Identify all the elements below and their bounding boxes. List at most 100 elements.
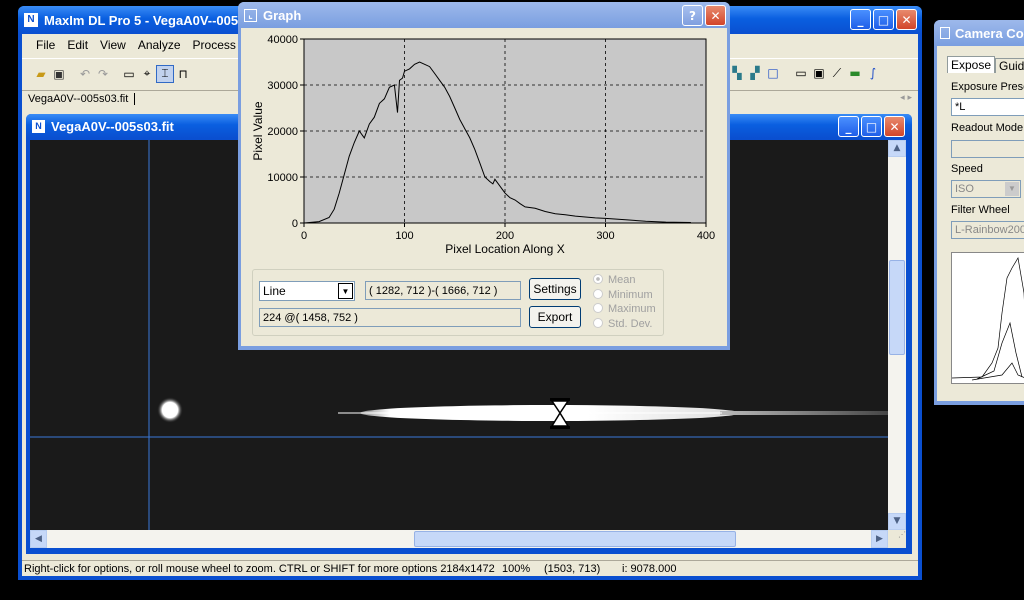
- square-icon[interactable]: □: [764, 64, 782, 82]
- layers-icon[interactable]: ▚: [728, 64, 746, 82]
- x-axis-label: Pixel Location Along X: [445, 242, 564, 256]
- main-maximize-button[interactable]: □: [873, 9, 894, 30]
- tab-expose[interactable]: Expose: [947, 56, 996, 73]
- size-grip-icon[interactable]: ⋰: [888, 530, 906, 548]
- graph-help-button[interactable]: ?: [682, 5, 703, 26]
- graph-window: ⌞ Graph ? ✕ 0 100 200 300 400 0 10000 20000 3000…: [238, 2, 730, 350]
- mode-select[interactable]: Line ▼: [259, 281, 355, 301]
- radio-empty-icon: [593, 317, 603, 328]
- radio-minimum-label: Minimum: [608, 288, 653, 301]
- camera-client: Expose Guide Exposure Prese *L Readout M…: [937, 46, 1024, 401]
- star-blob: [157, 397, 183, 423]
- save-icon[interactable]: ▣: [50, 65, 68, 83]
- radio-empty-icon: [593, 288, 603, 299]
- image-window-title: VegaA0V--005s03.fit: [51, 118, 174, 134]
- exposure-preset-field[interactable]: *L: [951, 98, 1024, 116]
- tab-scroll-arrows-icon[interactable]: ◂ ▸: [900, 93, 912, 103]
- radio-mean: Mean: [593, 273, 656, 288]
- image-minimize-button[interactable]: _: [838, 116, 859, 137]
- x-tick-label: 300: [596, 230, 614, 242]
- radio-maximum: Maximum: [593, 302, 656, 317]
- radio-mean-label: Mean: [608, 274, 636, 286]
- camera-titlebar[interactable]: Camera Co: [934, 20, 1024, 46]
- line-profile-chart: 0 100 200 300 400 0 10000 20000 30000 40000 Pixel …: [251, 34, 715, 256]
- crop-icon[interactable]: ⌖: [138, 65, 156, 83]
- main-window-title: MaxIm DL Pro 5 - VegaA0V--005: [44, 12, 239, 28]
- speed-value: ISO: [955, 183, 974, 195]
- frame-icon[interactable]: ▭: [792, 64, 810, 82]
- fits-doc-icon: N: [32, 119, 45, 133]
- speed-select: ISO ▼: [951, 180, 1021, 198]
- y-tick-label: 20000: [267, 126, 298, 138]
- menu-process[interactable]: Process: [193, 38, 236, 52]
- radio-selected-icon: [593, 274, 603, 284]
- x-tick-label: 100: [395, 230, 413, 242]
- y-axis-label: Pixel Value: [251, 101, 265, 160]
- image-close-button[interactable]: ✕: [884, 116, 905, 137]
- mode-dropdown-icon[interactable]: ▼: [338, 283, 353, 299]
- curve-icon[interactable]: ∫: [864, 64, 882, 82]
- vertical-scroll-thumb[interactable]: [889, 260, 905, 355]
- scroll-left-icon[interactable]: ◀: [30, 530, 47, 548]
- image-maximize-button[interactable]: □: [861, 116, 882, 137]
- scroll-up-icon[interactable]: ▲: [888, 140, 906, 157]
- radio-std-dev-label: Std. Dev.: [608, 317, 653, 330]
- graph-icon[interactable]: ⟋: [828, 64, 846, 82]
- main-close-button[interactable]: ✕: [896, 9, 917, 30]
- doc-tab[interactable]: VegaA0V--005s03.fit: [28, 93, 136, 105]
- stack-icon[interactable]: ▞: [746, 64, 764, 82]
- filter-wheel-field: L-Rainbow200: [951, 221, 1024, 239]
- menu-view[interactable]: View: [100, 38, 126, 52]
- maxim-app-icon: N: [24, 13, 38, 27]
- y-tick-label: 30000: [267, 80, 298, 92]
- open-folder-icon[interactable]: ▰: [32, 65, 50, 83]
- camera-icon: [940, 27, 950, 39]
- readout-field: 224 @( 1458, 752 ): [259, 308, 521, 327]
- radio-std-dev: Std. Dev.: [593, 317, 656, 332]
- status-coords: (1503, 713): [544, 562, 601, 575]
- dropdown-arrow-icon: ▼: [1005, 182, 1019, 196]
- lock-icon[interactable]: ⊓: [174, 65, 192, 83]
- export-button[interactable]: Export: [529, 306, 581, 328]
- x-tick-label: 200: [496, 230, 514, 242]
- graph-close-button[interactable]: ✕: [705, 5, 726, 26]
- y-tick-label: 10000: [267, 172, 298, 184]
- speed-label: Speed: [951, 163, 983, 175]
- undo-icon[interactable]: ↶: [76, 65, 94, 83]
- menu-analyze[interactable]: Analyze: [138, 38, 181, 52]
- filter-wheel-label: Filter Wheel: [951, 204, 1010, 216]
- redo-icon[interactable]: ↷: [94, 65, 112, 83]
- camera-window: Camera Co Expose Guide Exposure Prese *L…: [934, 20, 1024, 405]
- readout-mode-label: Readout Mode: [951, 122, 1024, 134]
- radio-minimum: Minimum: [593, 288, 656, 303]
- scroll-right-icon[interactable]: ▶: [871, 530, 888, 548]
- horizontal-scrollbar[interactable]: ◀ ▶: [30, 530, 888, 548]
- image-view-icon[interactable]: ▭: [120, 65, 138, 83]
- x-tick-label: 0: [301, 230, 307, 242]
- exposure-preset-label: Exposure Prese: [951, 81, 1024, 93]
- camera-preview: [951, 252, 1024, 384]
- horizontal-scroll-thumb[interactable]: [414, 531, 736, 547]
- picture-icon[interactable]: ▣: [810, 64, 828, 82]
- vertical-scrollbar[interactable]: ▲ ▼: [888, 140, 906, 530]
- main-minimize-button[interactable]: _: [850, 9, 871, 30]
- settings-button[interactable]: Settings: [529, 278, 581, 300]
- menu-edit[interactable]: Edit: [67, 38, 88, 52]
- stat-radio-group: Mean Minimum Maximum Std. Dev.: [593, 273, 656, 331]
- line-profile-icon[interactable]: ⌶: [156, 64, 174, 83]
- scroll-down-icon[interactable]: ▼: [888, 513, 906, 530]
- status-bar: Right-click for options, or roll mouse w…: [22, 560, 918, 576]
- graph-titlebar[interactable]: ⌞ Graph: [238, 2, 730, 28]
- graph-window-icon: ⌞: [244, 8, 257, 22]
- ruler-icon[interactable]: ▬: [846, 64, 864, 82]
- graph-window-title: Graph: [263, 7, 302, 23]
- menu-file[interactable]: File: [36, 38, 55, 52]
- mode-value: Line: [263, 284, 286, 298]
- x-tick-label: 400: [697, 230, 715, 242]
- camera-window-title: Camera Co: [955, 25, 1024, 41]
- spectrum-tail: [720, 411, 888, 415]
- tab-guide[interactable]: Guide: [995, 58, 1024, 73]
- range-field: ( 1282, 712 )-( 1666, 712 ): [365, 281, 521, 300]
- status-intensity: i: 9078.000: [622, 562, 677, 575]
- status-hint: Right-click for options, or roll mouse w…: [24, 562, 495, 575]
